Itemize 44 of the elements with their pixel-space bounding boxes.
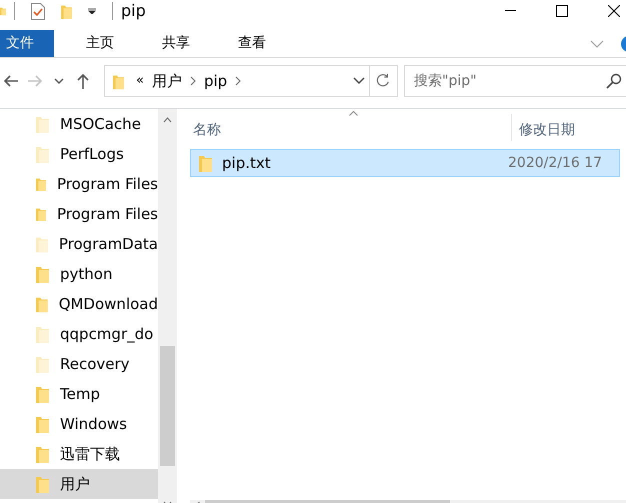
scrollbar[interactable] <box>158 109 177 503</box>
folder-icon <box>61 4 72 20</box>
chevron-right-icon[interactable] <box>190 76 196 86</box>
ribbon-tab[interactable]: 主页 <box>70 30 130 57</box>
ribbon-tab[interactable]: 查看 <box>222 30 282 57</box>
sidebar-item[interactable]: PerfLogs <box>0 139 158 169</box>
maximize-icon[interactable] <box>556 5 568 17</box>
breadcrumb-item[interactable]: 用户 <box>148 70 186 92</box>
dropdown-icon[interactable] <box>353 77 365 85</box>
chevron-down-icon <box>54 78 64 84</box>
sidebar-item[interactable]: Recovery <box>0 349 158 379</box>
column-header[interactable]: 名称 <box>193 120 511 141</box>
sidebar-item[interactable]: 迅雷下载 <box>0 439 158 469</box>
file-row[interactable]: pip.txt 2020/2/16 17 <box>190 149 620 177</box>
address-bar[interactable]: « 用户 pip <box>104 65 398 97</box>
dropdown-icon[interactable] <box>88 8 96 14</box>
scrollbar-thumb[interactable] <box>160 346 175 466</box>
search-icon[interactable] <box>606 73 622 89</box>
sidebar-item[interactable]: ProgramData <box>0 229 158 259</box>
breadcrumb-item[interactable]: pip <box>200 70 232 92</box>
overflow-button[interactable]: « <box>132 71 148 91</box>
folder-icon <box>113 73 124 90</box>
window-title: pip <box>121 1 146 21</box>
checklist-icon[interactable] <box>31 2 45 20</box>
help-icon[interactable] <box>620 36 626 52</box>
sidebar-item[interactable]: MSOCache <box>0 109 158 139</box>
sidebar-item[interactable]: 用户 <box>0 469 158 499</box>
ribbon-tab[interactable]: 共享 <box>146 30 206 57</box>
folder-icon <box>199 154 212 172</box>
ribbon-tab[interactable]: 文件 <box>0 30 54 57</box>
sidebar-item[interactable]: python <box>0 259 158 289</box>
chevron-down-icon[interactable] <box>590 40 604 48</box>
sidebar-item[interactable]: qqpcmgr_do <box>0 319 158 349</box>
column-header[interactable]: 修改日期 <box>511 114 575 141</box>
minimize-icon[interactable] <box>505 10 516 12</box>
close-icon[interactable] <box>608 5 620 17</box>
search-field[interactable]: 搜索"pip" <box>404 65 626 97</box>
sidebar-item[interactable]: Temp <box>0 379 158 409</box>
sidebar-item[interactable]: Windows <box>0 409 158 439</box>
sidebar-item[interactable]: Program Files <box>0 169 158 199</box>
sidebar-item[interactable]: Program Files <box>0 199 158 229</box>
chevron-right-icon[interactable] <box>235 76 242 86</box>
sidebar-item[interactable]: QMDownload <box>0 289 158 319</box>
scroll-up-icon[interactable] <box>163 117 172 123</box>
